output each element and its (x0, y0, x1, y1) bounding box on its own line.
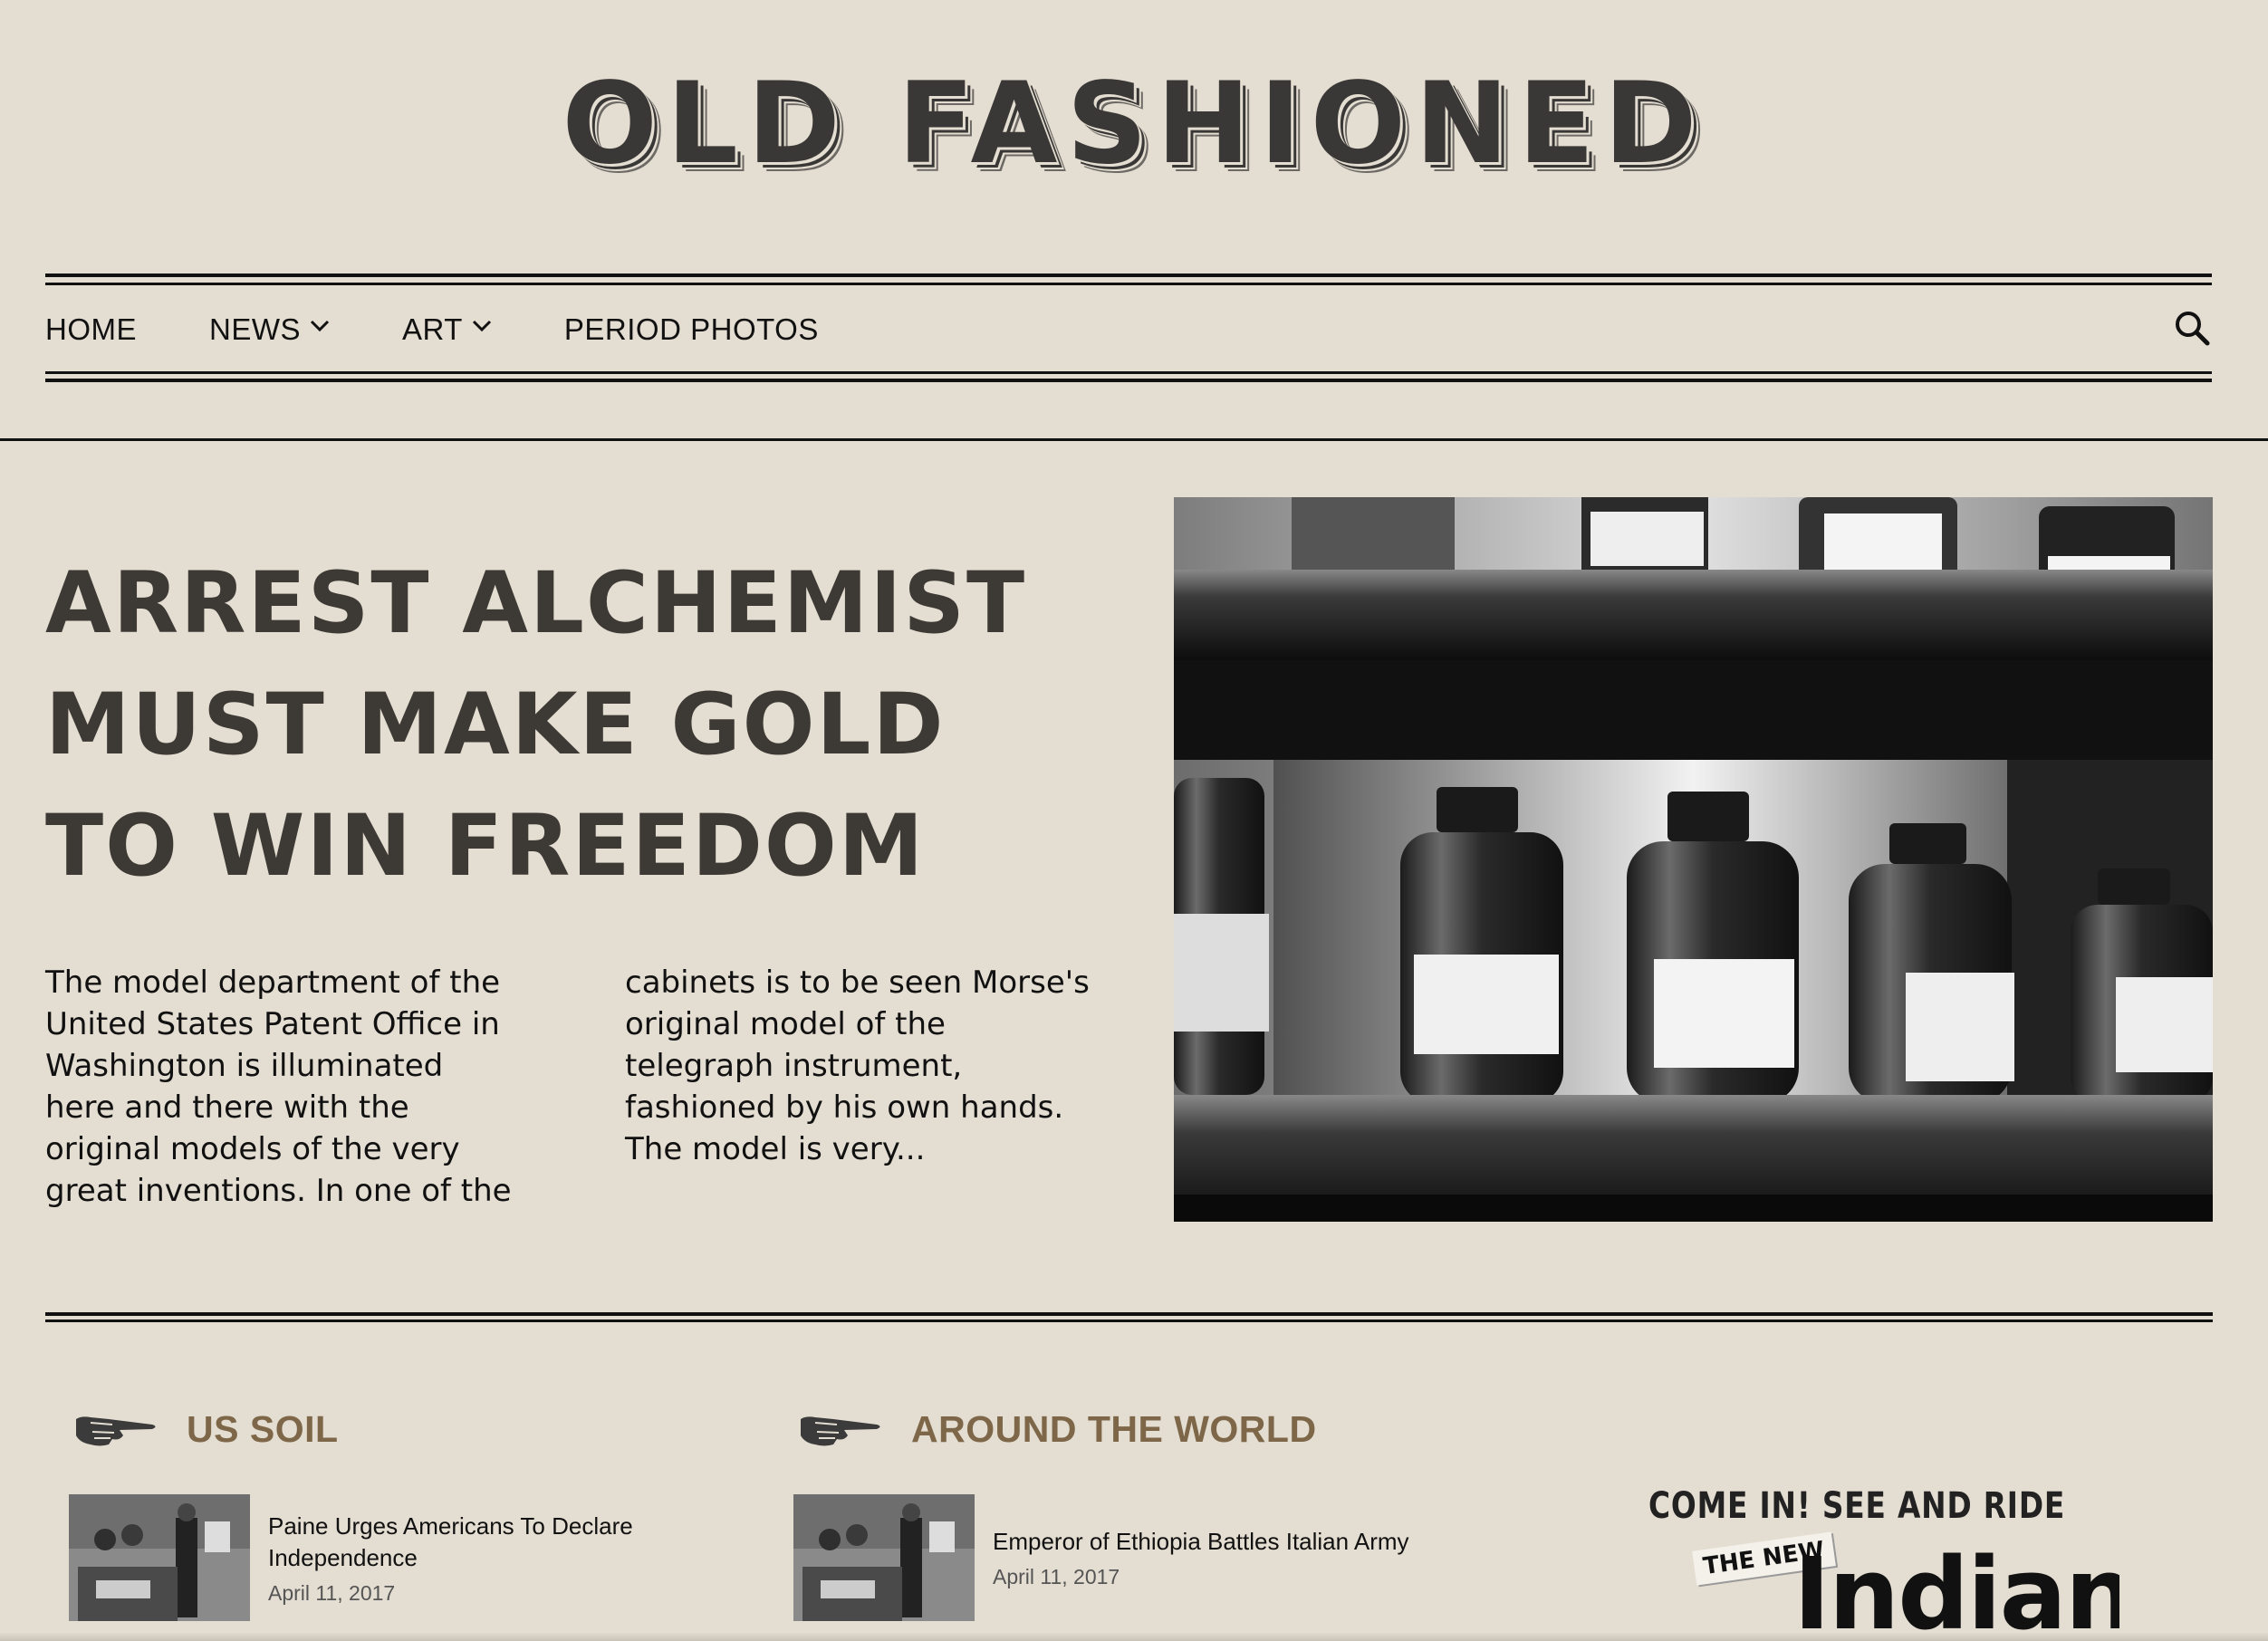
nav-item-label: NEWS (209, 312, 301, 346)
section-rule (45, 1312, 2213, 1316)
pointing-hand-icon (76, 1416, 156, 1446)
nav-rule (45, 371, 2212, 374)
nav-item-home[interactable]: HOME (45, 312, 137, 347)
section-rule (45, 1320, 2213, 1322)
featured-post-image[interactable] (1174, 497, 2213, 1222)
category-title[interactable]: US SOIL (187, 1408, 339, 1451)
post-thumbnail[interactable] (793, 1494, 975, 1621)
nav-menu: HOME NEWS ART PERIOD PHOTOS (45, 310, 891, 350)
post-title[interactable]: Paine Urges Americans To Declare Indepen… (268, 1511, 721, 1574)
nav-rule (45, 379, 2212, 382)
post-thumbnail[interactable] (69, 1494, 250, 1621)
pointing-hand-icon (801, 1416, 880, 1446)
post-date: April 11, 2017 (268, 1580, 396, 1605)
nav-item-period-photos[interactable]: PERIOD PHOTOS (564, 312, 819, 347)
ad-brand: Indian (1793, 1536, 2119, 1641)
site-logo[interactable]: OLD FASHIONED (0, 56, 2268, 192)
category-around-the-world: AROUND THE WORLD Emperor of Ethiopia Bat… (770, 1402, 1458, 1621)
nav-rule (45, 274, 2212, 277)
advertisement-banner[interactable]: COME IN! SEE AND RIDE THE NEW Indian (1648, 1485, 2119, 1641)
nav-item-label: ART (402, 312, 463, 346)
nav-item-label: HOME (45, 312, 137, 346)
nav-rule (45, 283, 2212, 285)
nav-item-news[interactable]: NEWS (209, 312, 330, 347)
category-header: AROUND THE WORLD (770, 1402, 1458, 1456)
nav-item-art[interactable]: ART (402, 312, 492, 347)
main-navigation: HOME NEWS ART PERIOD PHOTOS (45, 274, 2212, 384)
header-divider (0, 438, 2268, 441)
post-date: April 11, 2017 (993, 1565, 1120, 1588)
page-bottom-shadow (0, 1632, 2268, 1641)
search-icon[interactable] (2172, 308, 2212, 348)
post-title[interactable]: Emperor of Ethiopia Battles Italian Army (993, 1526, 1409, 1558)
category-header: US SOIL (45, 1402, 734, 1456)
chevron-down-icon (310, 320, 330, 332)
featured-post-title[interactable]: ARREST ALCHEMIST MUST MAKE GOLD TO WIN F… (45, 543, 1087, 907)
nav-item-label: PERIOD PHOTOS (563, 312, 819, 346)
apothecary-bottles-photo (1174, 497, 2213, 1222)
post-card[interactable]: Emperor of Ethiopia Battles Italian Army… (793, 1494, 1446, 1621)
chevron-down-icon (472, 320, 491, 332)
category-title[interactable]: AROUND THE WORLD (911, 1408, 1317, 1451)
featured-post-excerpt: The model department of the United State… (45, 964, 1090, 1209)
category-us-soil: US SOIL Paine Urges Americans To Declare… (45, 1402, 734, 1621)
site-header: OLD FASHIONED (0, 0, 2268, 263)
ad-headline: COME IN! SEE AND RIDE (1648, 1485, 2066, 1527)
post-card[interactable]: Paine Urges Americans To Declare Indepen… (69, 1494, 721, 1621)
